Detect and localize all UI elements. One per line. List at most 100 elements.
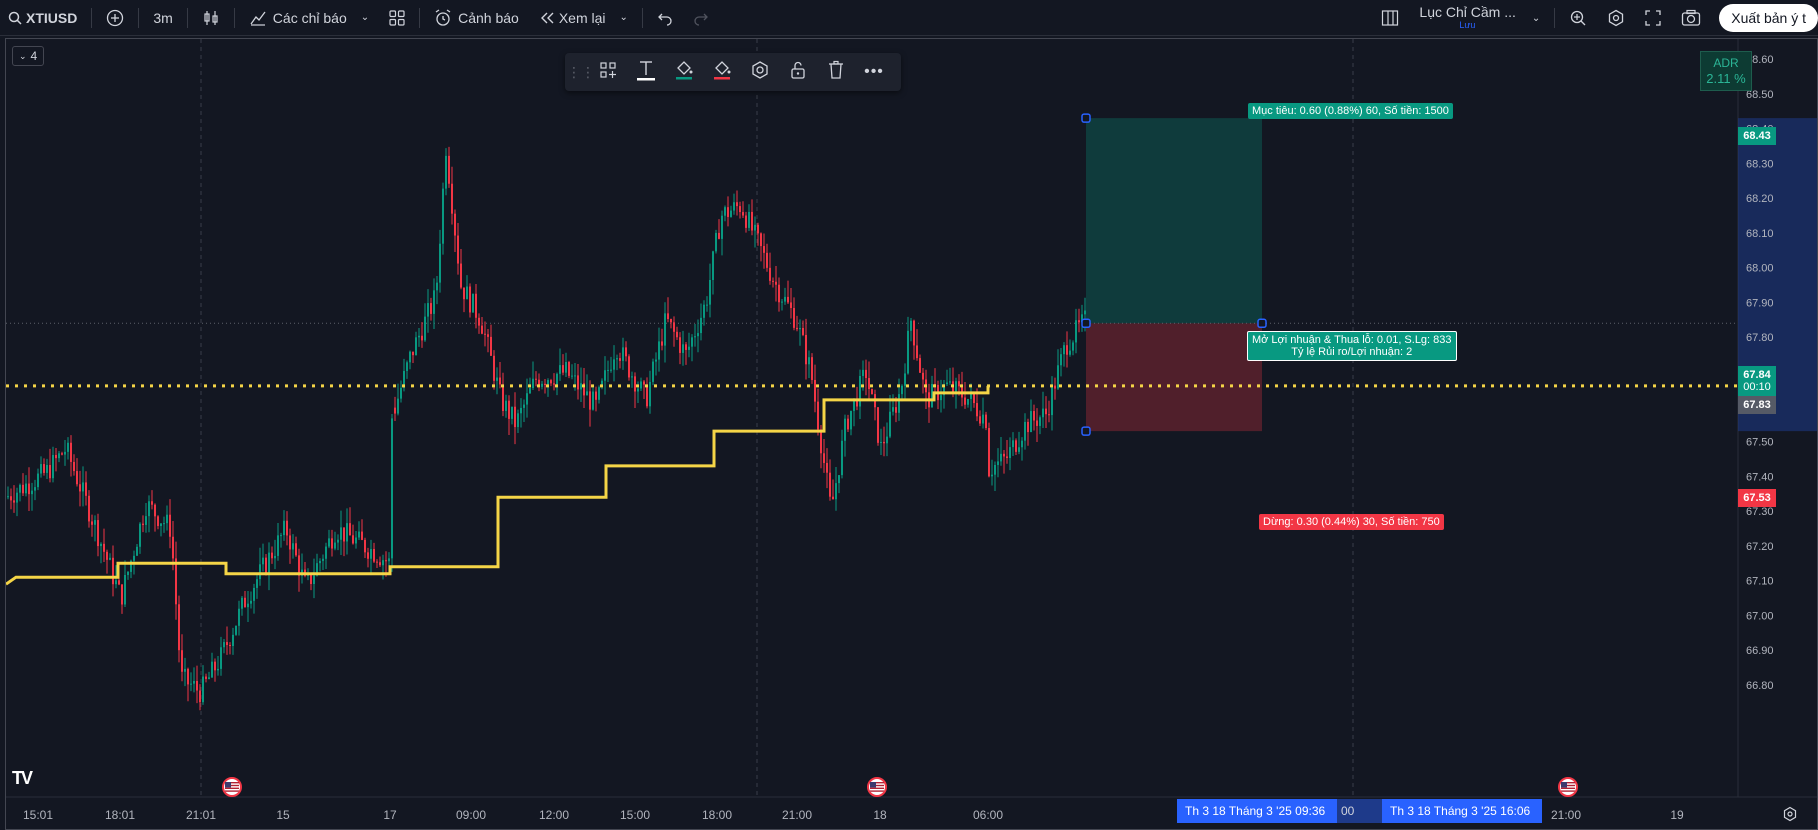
collapse-legend-button[interactable]: ⌄ 4 <box>12 46 45 66</box>
candle-body <box>274 555 276 559</box>
alert-button[interactable]: Cảnh báo <box>424 0 529 36</box>
templates-button[interactable] <box>379 0 415 36</box>
snapshot-button[interactable] <box>1671 0 1711 36</box>
candle-body <box>460 263 462 288</box>
candle-body <box>718 232 720 239</box>
drawing-toolbar: ⋮⋮ ••• <box>565 53 901 91</box>
candle-body <box>454 213 456 236</box>
profit-zone <box>1086 118 1262 324</box>
compare-button[interactable] <box>96 0 134 36</box>
price-tick-label: 67.40 <box>1746 471 1774 483</box>
candle-body <box>787 296 789 303</box>
candle-body <box>652 361 654 382</box>
template-button[interactable] <box>589 55 627 89</box>
candle-body <box>340 527 342 540</box>
candle-body <box>1063 345 1065 355</box>
stop-color-button[interactable] <box>703 55 741 89</box>
candle-body <box>445 155 447 189</box>
position-handle[interactable] <box>1257 318 1267 329</box>
chart-canvas[interactable]: 68.6068.5068.4068.3068.2068.1068.0067.90… <box>6 39 1817 829</box>
more-button[interactable]: ••• <box>855 55 893 89</box>
chart-type-button[interactable] <box>192 0 230 36</box>
text-button[interactable] <box>627 55 665 89</box>
candle-body <box>343 527 345 542</box>
candle-body <box>382 560 384 566</box>
candle-body <box>574 375 576 377</box>
candle-body <box>43 464 45 473</box>
position-handle[interactable] <box>1081 426 1091 436</box>
candle-body <box>25 483 27 494</box>
chart-pane[interactable]: 68.6068.5068.4068.3068.2068.1068.0067.90… <box>5 38 1818 830</box>
layout-toggle-button[interactable] <box>1371 0 1409 36</box>
publish-button[interactable]: Xuất bản ý t <box>1719 4 1818 32</box>
candle-body <box>661 341 663 346</box>
chevron-down-icon[interactable]: ⌄ <box>361 12 369 23</box>
candle-body <box>355 537 357 544</box>
settings-button[interactable] <box>1597 0 1635 36</box>
candle-body <box>886 436 888 444</box>
drag-handle-icon[interactable]: ⋮⋮ <box>567 64 595 81</box>
position-handle[interactable] <box>1081 113 1091 123</box>
replay-button[interactable]: Xem lại ⌄ <box>529 0 638 36</box>
candle-body <box>1051 385 1053 416</box>
redo-button[interactable] <box>683 0 719 36</box>
candle-body <box>766 252 768 268</box>
symbol-search[interactable]: XTIUSD <box>0 0 87 36</box>
candle-body <box>40 464 42 474</box>
candle-body <box>649 381 651 407</box>
candle-body <box>283 520 285 536</box>
candle-body <box>592 391 594 410</box>
us-flag-event-icon[interactable] <box>222 777 242 797</box>
indicators-button[interactable]: Các chỉ báo ⌄ <box>239 0 379 36</box>
candle-body <box>862 369 864 376</box>
delete-button[interactable] <box>817 55 855 89</box>
candle-body <box>388 558 390 562</box>
axis-settings-button[interactable] <box>1782 806 1800 824</box>
candle-body <box>970 393 972 399</box>
rewind-icon <box>539 10 555 26</box>
candle-body <box>1006 456 1008 458</box>
candle-body <box>424 316 426 341</box>
chevron-down-icon[interactable]: ⌄ <box>1532 13 1540 24</box>
candle-body <box>184 668 186 672</box>
chevron-down-icon[interactable]: ⌄ <box>620 12 628 23</box>
candle-body <box>643 381 645 385</box>
candle-body <box>58 453 60 459</box>
us-flag-event-icon[interactable] <box>1558 777 1578 797</box>
candle-body <box>985 414 987 429</box>
price-tick-label: 68.30 <box>1746 158 1774 170</box>
candle-body <box>826 462 828 473</box>
candle-body <box>676 331 678 338</box>
adr-indicator[interactable]: ADR 2.11 % <box>1700 51 1752 91</box>
fill-color-button[interactable] <box>665 55 703 89</box>
candle-body <box>493 355 495 381</box>
candle-body <box>241 597 243 609</box>
candle-body <box>463 287 465 300</box>
lock-button[interactable] <box>779 55 817 89</box>
candle-body <box>973 393 975 404</box>
quick-search-button[interactable] <box>1559 0 1597 36</box>
candle-body <box>61 453 63 455</box>
candle-body <box>145 516 147 525</box>
candle-body <box>169 514 171 537</box>
fullscreen-button[interactable] <box>1635 0 1671 36</box>
us-flag-event-icon[interactable] <box>867 777 887 797</box>
interval-button[interactable]: 3m <box>143 0 182 36</box>
candle-body <box>490 336 492 356</box>
position-handle[interactable] <box>1081 318 1091 329</box>
tradingview-logo[interactable]: TV <box>12 768 33 789</box>
candle-body <box>406 362 408 371</box>
paint-bucket-icon <box>712 59 732 86</box>
candle-body <box>1078 320 1080 323</box>
drawing-settings-button[interactable] <box>741 55 779 89</box>
undo-button[interactable] <box>647 0 683 36</box>
layout-name-button[interactable]: Lục Chỉ Cầm ... Lưu ⌄ <box>1409 0 1550 36</box>
candle-body <box>700 317 702 334</box>
price-tick-label: 67.90 <box>1746 297 1774 309</box>
symbol-name: XTIUSD <box>26 9 78 26</box>
candle-body <box>571 375 573 377</box>
candle-body <box>1075 320 1077 343</box>
divider <box>186 7 188 28</box>
alert-label: Cảnh báo <box>458 9 519 26</box>
candle-body <box>796 327 798 330</box>
